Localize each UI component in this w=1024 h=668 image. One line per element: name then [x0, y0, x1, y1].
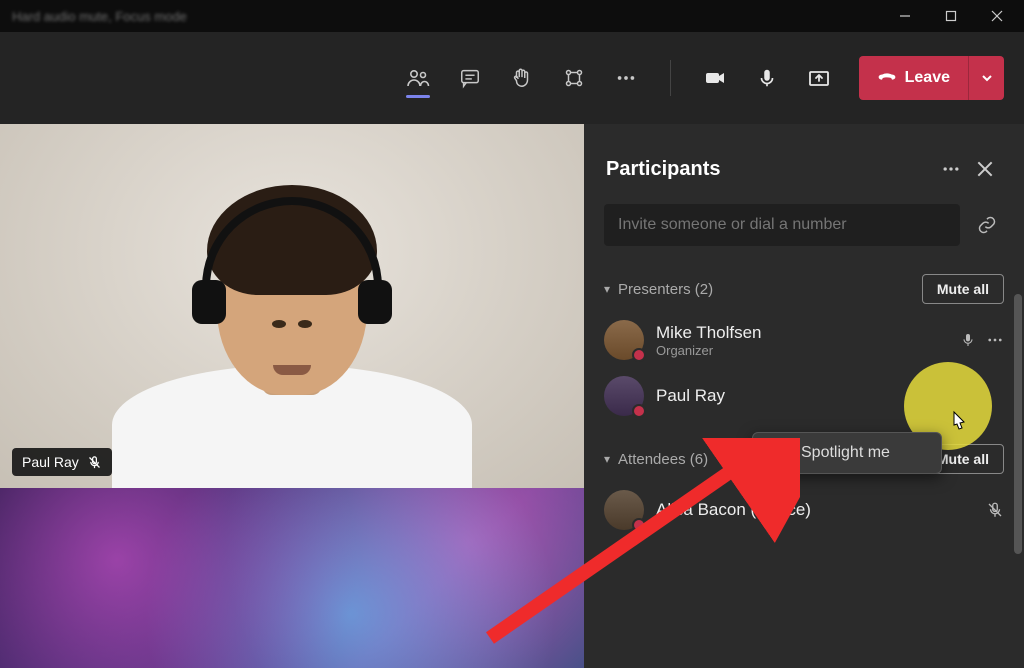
mic-icon[interactable] [743, 54, 791, 102]
participant-info: Alisa Bacon (Kforce) [656, 500, 974, 520]
spotlight-icon [769, 443, 789, 463]
avatar [604, 320, 644, 360]
spotlight-me-label: Spotlight me [801, 444, 890, 462]
chevron-down-icon[interactable]: ▾ [604, 452, 610, 466]
presence-busy-icon [632, 404, 646, 418]
people-icon[interactable] [394, 54, 442, 102]
window-controls [882, 0, 1020, 32]
close-panel-icon[interactable] [968, 152, 1002, 186]
participant-info: Mike Tholfsen Organizer [656, 323, 948, 358]
presence-dnd-icon [632, 348, 646, 362]
presenters-header: ▾ Presenters (2) Mute all [584, 254, 1024, 312]
more-icon[interactable] [602, 54, 650, 102]
invite-row [584, 204, 1024, 254]
participant-status [986, 501, 1004, 519]
main-area: Paul Ray Participants ▾ Presenters (2) M… [0, 124, 1024, 668]
copy-link-icon[interactable] [970, 208, 1004, 242]
chat-icon[interactable] [446, 54, 494, 102]
video-name-label: Paul Ray [22, 454, 79, 470]
leave-more-button[interactable] [968, 56, 1004, 100]
share-icon[interactable] [795, 54, 843, 102]
video-name-tag: Paul Ray [12, 448, 112, 476]
presence-busy-icon [632, 518, 646, 532]
context-menu[interactable]: Spotlight me [752, 432, 942, 474]
window-title: Hard audio mute, Focus mode [12, 9, 187, 24]
participant-status [960, 331, 1004, 349]
participant-row[interactable]: Mike Tholfsen Organizer [584, 312, 1024, 368]
minimize-button[interactable] [882, 0, 928, 32]
row-more-icon[interactable] [986, 331, 1004, 349]
camera-icon[interactable] [691, 54, 739, 102]
avatar [604, 376, 644, 416]
participants-title: Participants [606, 158, 934, 181]
mute-all-presenters-button[interactable]: Mute all [922, 274, 1004, 304]
maximize-button[interactable] [928, 0, 974, 32]
mic-muted-icon [87, 455, 102, 470]
avatar [604, 490, 644, 530]
presenters-label: Presenters (2) [618, 281, 914, 298]
scrollbar-thumb[interactable] [1014, 294, 1022, 554]
participant-row[interactable]: Alisa Bacon (Kforce) [584, 482, 1024, 538]
leave-label: Leave [905, 69, 950, 87]
video-tile-secondary[interactable] [0, 488, 584, 668]
invite-input[interactable] [604, 204, 960, 246]
person-figure [152, 165, 432, 488]
participants-more-icon[interactable] [934, 152, 968, 186]
participant-name: Alisa Bacon (Kforce) [656, 500, 974, 520]
chevron-down-icon[interactable]: ▾ [604, 282, 610, 296]
video-tile-paul[interactable]: Paul Ray [0, 124, 584, 488]
raise-hand-icon[interactable] [498, 54, 546, 102]
participant-role: Organizer [656, 343, 948, 358]
toolbar-separator [670, 60, 671, 96]
close-button[interactable] [974, 0, 1020, 32]
participant-name: Mike Tholfsen [656, 323, 948, 343]
mic-muted-icon [986, 501, 1004, 519]
leave-button[interactable]: Leave [859, 56, 968, 100]
video-stage: Paul Ray [0, 124, 584, 668]
participants-header: Participants [584, 124, 1024, 204]
mic-active-icon [960, 332, 976, 348]
cursor-icon [946, 410, 968, 436]
window-titlebar: Hard audio mute, Focus mode [0, 0, 1024, 32]
breakout-rooms-icon[interactable] [550, 54, 598, 102]
meeting-toolbar: Leave [0, 32, 1024, 124]
